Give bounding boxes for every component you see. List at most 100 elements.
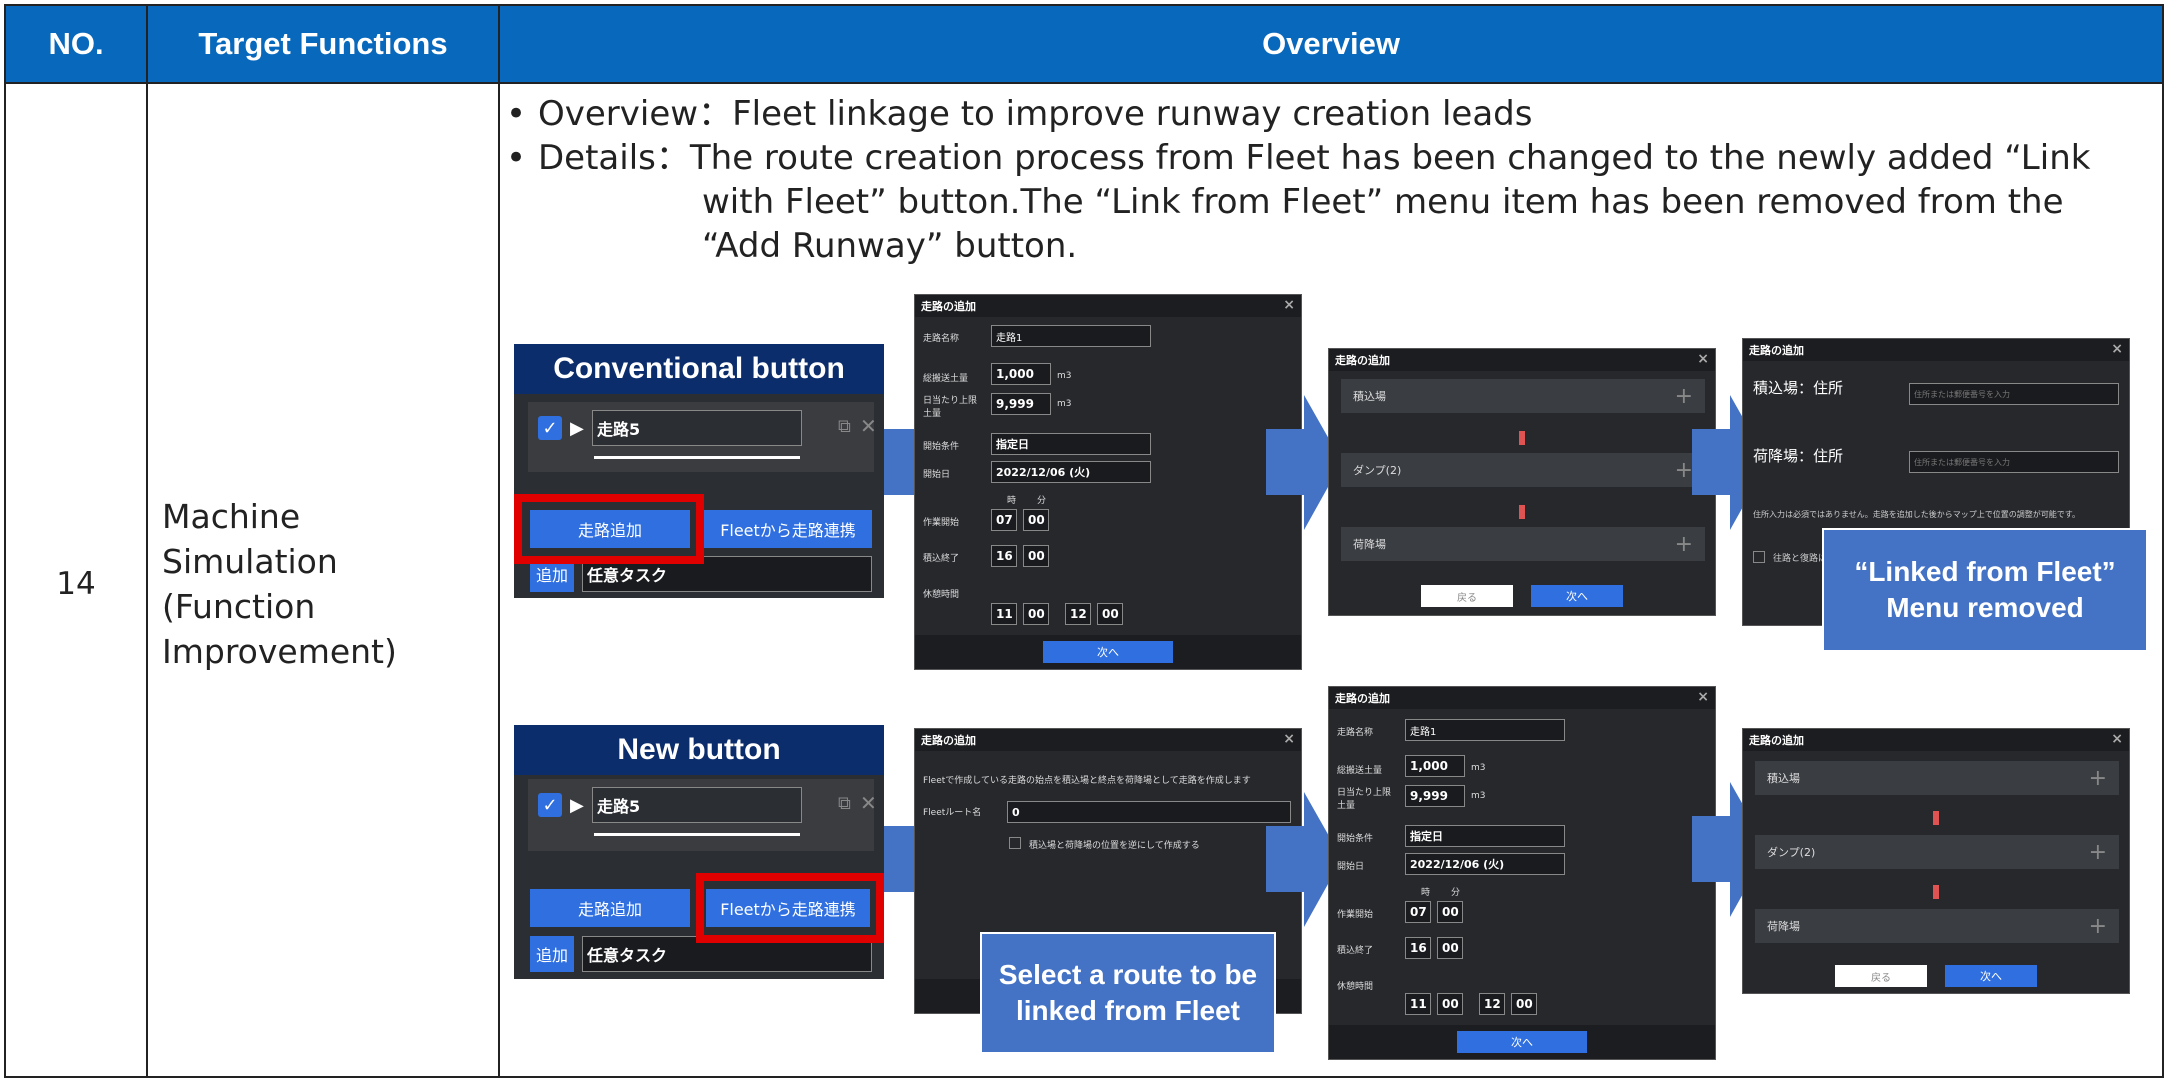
dialog-title-text: 走路の追加 bbox=[921, 300, 976, 313]
volume-field[interactable]: 1,000 bbox=[991, 363, 1051, 385]
start-minute[interactable]: 00 bbox=[1437, 901, 1463, 923]
plus-icon[interactable]: + bbox=[1675, 384, 1693, 409]
unit-label: m3 bbox=[1471, 791, 1486, 801]
date-field[interactable]: 2022/12/06 (火) bbox=[991, 461, 1151, 483]
reverse-checkbox[interactable] bbox=[1009, 837, 1021, 849]
route-panel: ✓ ▶ 走路5 ⧉ ✕ bbox=[528, 779, 877, 851]
unload-point-row[interactable]: 荷降場 + bbox=[1755, 909, 2119, 943]
break-label: 休憩時間 bbox=[923, 590, 960, 600]
break-minute-2[interactable]: 00 bbox=[1097, 603, 1123, 625]
close-icon[interactable]: × bbox=[1697, 351, 1709, 367]
break-minute-1[interactable]: 00 bbox=[1023, 603, 1049, 625]
start-hour[interactable]: 07 bbox=[1405, 901, 1431, 923]
end-hour[interactable]: 16 bbox=[991, 545, 1017, 567]
hour-label: 時 bbox=[1007, 496, 1017, 506]
address-note: 住所入力は必須ではありません。走路を追加した後からマップ上で位置の調整が可能です… bbox=[1753, 510, 2080, 519]
minute-label: 分 bbox=[1451, 888, 1461, 898]
plus-icon[interactable]: + bbox=[2089, 766, 2107, 791]
break-hour-2[interactable]: 12 bbox=[1065, 603, 1091, 625]
callout-line: Menu removed bbox=[1886, 592, 2084, 623]
next-button[interactable]: 次へ bbox=[1945, 965, 2037, 987]
close-icon[interactable]: ✕ bbox=[860, 414, 877, 438]
date-label: 開始日 bbox=[1337, 862, 1365, 872]
route-name-field[interactable]: 走路1 bbox=[991, 325, 1151, 347]
end-minute[interactable]: 00 bbox=[1023, 545, 1049, 567]
add-route-button[interactable]: 走路追加 bbox=[530, 889, 690, 927]
conventional-button-label: Conventional button bbox=[514, 344, 884, 394]
cond-select[interactable]: 指定日 bbox=[1405, 825, 1565, 847]
start-hour[interactable]: 07 bbox=[991, 509, 1017, 531]
volume-label: 総搬送土量 bbox=[1337, 766, 1383, 776]
close-icon[interactable]: × bbox=[2111, 341, 2123, 357]
unit-label: m3 bbox=[1057, 371, 1072, 381]
dump-row[interactable]: ダンプ(2) + bbox=[1341, 453, 1705, 487]
connector-mark bbox=[1933, 885, 1939, 899]
add-button[interactable]: 追加 bbox=[530, 936, 574, 972]
details-line: with Fleet” button.The “Link from Fleet”… bbox=[702, 182, 2064, 222]
close-icon[interactable]: ✕ bbox=[860, 791, 877, 815]
callout-line: Select a route to be bbox=[998, 959, 1258, 990]
end-hour[interactable]: 16 bbox=[1405, 937, 1431, 959]
break-hour-1[interactable]: 11 bbox=[991, 603, 1017, 625]
start-minute[interactable]: 00 bbox=[1023, 509, 1049, 531]
back-button[interactable]: 戻る bbox=[1835, 965, 1927, 987]
break-hour-2[interactable]: 12 bbox=[1479, 993, 1505, 1015]
progress-line bbox=[594, 833, 800, 836]
copy-icon[interactable]: ⧉ bbox=[838, 793, 851, 814]
expand-arrow-icon[interactable]: ▶ bbox=[570, 418, 584, 439]
route-name-field[interactable]: 走路1 bbox=[1405, 719, 1565, 741]
start-label: 作業開始 bbox=[923, 518, 960, 528]
function-line: Improvement) bbox=[162, 632, 397, 671]
cond-select[interactable]: 指定日 bbox=[991, 433, 1151, 455]
load-point-row[interactable]: 積込場 + bbox=[1755, 761, 2119, 795]
unload-address-input[interactable]: 住所または郵便番号を入力 bbox=[1909, 451, 2119, 473]
daily-field[interactable]: 9,999 bbox=[991, 393, 1051, 415]
checkbox[interactable]: ✓ bbox=[538, 793, 562, 817]
next-button[interactable]: 次へ bbox=[1457, 1031, 1587, 1053]
fleet-link-button[interactable]: Fleetから走路連携 bbox=[704, 510, 872, 548]
add-route-dialog-form: 走路の追加 × 走路名称 走路1 総搬送土量 1,000 m3 日当たり上限土量 … bbox=[914, 294, 1302, 670]
expand-arrow-icon[interactable]: ▶ bbox=[570, 795, 584, 816]
fleet-route-select[interactable]: 0 bbox=[1007, 801, 1291, 823]
unload-point-row[interactable]: 荷降場 + bbox=[1341, 527, 1705, 561]
dialog-title-text: 走路の追加 bbox=[921, 734, 976, 747]
select-route-callout: Select a route to be linked from Fleet bbox=[980, 932, 1276, 1054]
dialog-title-text: 走路の追加 bbox=[1749, 344, 1804, 357]
route-name-input[interactable]: 走路5 bbox=[592, 410, 802, 446]
load-address-label: 積込場：住所 bbox=[1753, 379, 1844, 397]
callout-line: linked from Fleet bbox=[1015, 995, 1241, 1026]
volume-field[interactable]: 1,000 bbox=[1405, 755, 1465, 777]
plus-icon[interactable]: + bbox=[2089, 914, 2107, 939]
daily-field[interactable]: 9,999 bbox=[1405, 785, 1465, 807]
route-checkbox[interactable] bbox=[1753, 551, 1765, 563]
close-icon[interactable]: × bbox=[2111, 731, 2123, 747]
load-point-row[interactable]: 積込場 + bbox=[1341, 379, 1705, 413]
break-hour-1[interactable]: 11 bbox=[1405, 993, 1431, 1015]
dump-row[interactable]: ダンプ(2) + bbox=[1755, 835, 2119, 869]
fleet-route-label: Fleetルート名 bbox=[923, 808, 982, 818]
load-point-label: 積込場 bbox=[1767, 772, 1800, 785]
next-button[interactable]: 次へ bbox=[1531, 585, 1623, 607]
break-minute-2[interactable]: 00 bbox=[1511, 993, 1537, 1015]
break-minute-1[interactable]: 00 bbox=[1437, 993, 1463, 1015]
close-icon[interactable]: × bbox=[1283, 297, 1295, 313]
route-name-input[interactable]: 走路5 bbox=[592, 787, 802, 823]
date-field[interactable]: 2022/12/06 (火) bbox=[1405, 853, 1565, 875]
close-icon[interactable]: × bbox=[1697, 689, 1709, 705]
end-minute[interactable]: 00 bbox=[1437, 937, 1463, 959]
load-address-input[interactable]: 住所または郵便番号を入力 bbox=[1909, 383, 2119, 405]
unit-label: m3 bbox=[1057, 399, 1072, 409]
dialog-title: 走路の追加 × bbox=[1743, 339, 2129, 361]
next-button[interactable]: 次へ bbox=[1043, 641, 1173, 663]
fleet-description: Fleetで作成している走路の始点を積込場と終点を荷降場として走路を作成します bbox=[923, 776, 1251, 786]
close-icon[interactable]: × bbox=[1283, 731, 1295, 747]
end-label: 積込終了 bbox=[1337, 946, 1374, 956]
plus-icon[interactable]: + bbox=[1675, 532, 1693, 557]
dialog-title: 走路の追加 × bbox=[915, 295, 1301, 317]
back-button[interactable]: 戻る bbox=[1421, 585, 1513, 607]
dialog-title-text: 走路の追加 bbox=[1749, 734, 1804, 747]
checkbox[interactable]: ✓ bbox=[538, 416, 562, 440]
plus-icon[interactable]: + bbox=[1675, 458, 1693, 483]
plus-icon[interactable]: + bbox=[2089, 840, 2107, 865]
copy-icon[interactable]: ⧉ bbox=[838, 416, 851, 437]
